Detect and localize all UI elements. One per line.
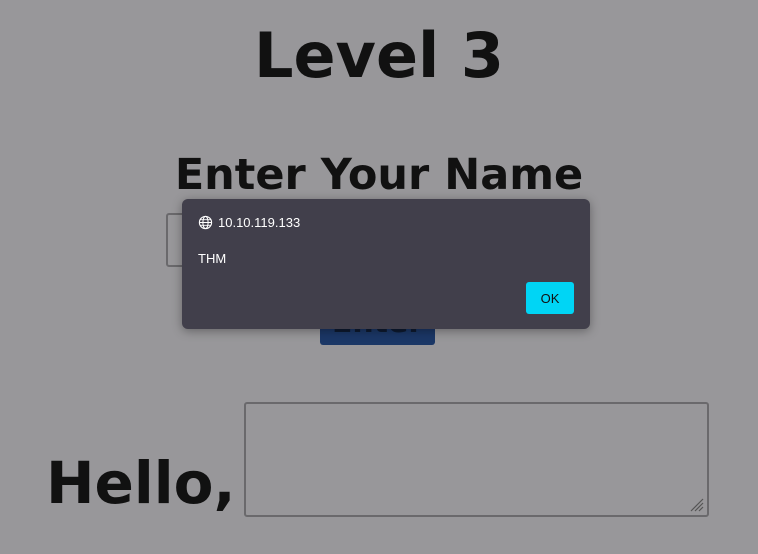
dialog-origin-text: 10.10.119.133 — [218, 215, 301, 230]
dialog-message: THM — [198, 251, 227, 266]
name-heading: Enter Your Name — [174, 150, 584, 200]
greeting-label: Hello, — [46, 449, 236, 517]
alert-dialog: 10.10.119.133 THM OK — [182, 199, 590, 329]
page: Level 3 Enter Your Name Enter Hello, 10.… — [0, 0, 758, 554]
ok-button[interactable]: OK — [526, 282, 574, 314]
globe-icon — [198, 215, 213, 230]
page-title: Level 3 — [254, 19, 504, 92]
resize-grip-icon[interactable] — [690, 498, 704, 512]
dialog-origin: 10.10.119.133 — [198, 215, 300, 230]
output-textarea[interactable] — [244, 402, 709, 517]
